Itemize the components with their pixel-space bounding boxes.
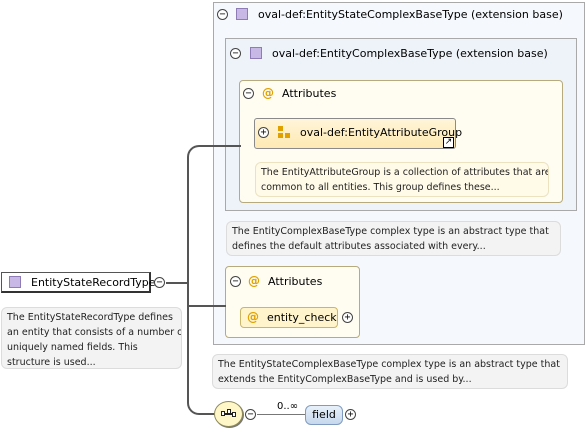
cardinality-label: 0..∞ xyxy=(277,401,299,412)
note-line: defines the default attributes associate… xyxy=(232,241,486,252)
note-line: an entity that consists of a number of xyxy=(7,327,182,338)
attribute-group-note: The EntityAttributeGroup is a collection… xyxy=(255,162,549,197)
expand-entity-check-toggle[interactable]: + xyxy=(342,312,353,323)
collapse-root-toggle[interactable]: − xyxy=(154,277,165,288)
attribute-group-icon xyxy=(278,126,292,140)
note-line: uniquely named fields. This xyxy=(7,342,138,353)
complex-type-icon xyxy=(9,276,21,288)
note-line: The EntityAttributeGroup is a collection… xyxy=(261,167,549,178)
root-type-label: EntityStateRecordType xyxy=(31,276,156,289)
sequence-compositor-icon[interactable] xyxy=(214,401,243,427)
note-line: extends the EntityComplexBaseType and is… xyxy=(218,374,472,385)
connector-line xyxy=(187,398,216,415)
attribute-at-icon: @ xyxy=(262,86,274,100)
connector-line xyxy=(257,414,305,415)
attribute-group-label: oval-def:EntityAttributeGroup xyxy=(300,126,463,139)
attributes-outer-label: Attributes xyxy=(268,275,323,288)
note-line: common to all entities. This group defin… xyxy=(261,182,500,193)
note-line: structure is used... xyxy=(7,357,96,368)
reference-link-icon[interactable]: ↗ xyxy=(443,137,454,148)
note-line: The EntityStateComplexBaseType complex t… xyxy=(218,359,560,370)
inner-type-note: The EntityComplexBaseType complex type i… xyxy=(226,221,561,256)
collapse-outer-type-toggle[interactable]: − xyxy=(217,9,228,20)
outer-type-note: The EntityStateComplexBaseType complex t… xyxy=(212,354,568,389)
outer-type-label: oval-def:EntityStateComplexBaseType (ext… xyxy=(258,8,563,21)
inner-type-label: oval-def:EntityComplexBaseType (extensio… xyxy=(272,47,548,60)
complex-type-icon xyxy=(250,47,262,59)
expand-field-toggle[interactable]: + xyxy=(345,409,356,420)
note-line: The EntityComplexBaseType complex type i… xyxy=(232,226,549,237)
complex-type-icon xyxy=(236,8,248,20)
field-element-box[interactable]: field xyxy=(305,405,343,425)
root-note: The EntityStateRecordType defines an ent… xyxy=(1,307,182,369)
note-line: The EntityStateRecordType defines xyxy=(7,312,173,323)
attribute-at-icon: @ xyxy=(247,310,259,324)
collapse-attributes-outer-toggle[interactable]: − xyxy=(230,276,241,287)
connector-line xyxy=(188,305,226,307)
entity-check-label: entity_check xyxy=(267,311,337,324)
collapse-attributes-inner-toggle[interactable]: − xyxy=(243,88,254,99)
field-element-label: field xyxy=(312,408,336,421)
collapse-sequence-toggle[interactable]: − xyxy=(245,409,256,420)
connector-line xyxy=(166,282,188,284)
connector-line xyxy=(187,145,241,159)
attributes-inner-label: Attributes xyxy=(282,87,337,100)
attribute-at-icon: @ xyxy=(248,274,260,288)
expand-attribute-group-toggle[interactable]: + xyxy=(258,127,269,138)
connector-line xyxy=(187,158,189,403)
collapse-inner-type-toggle[interactable]: − xyxy=(230,48,241,59)
